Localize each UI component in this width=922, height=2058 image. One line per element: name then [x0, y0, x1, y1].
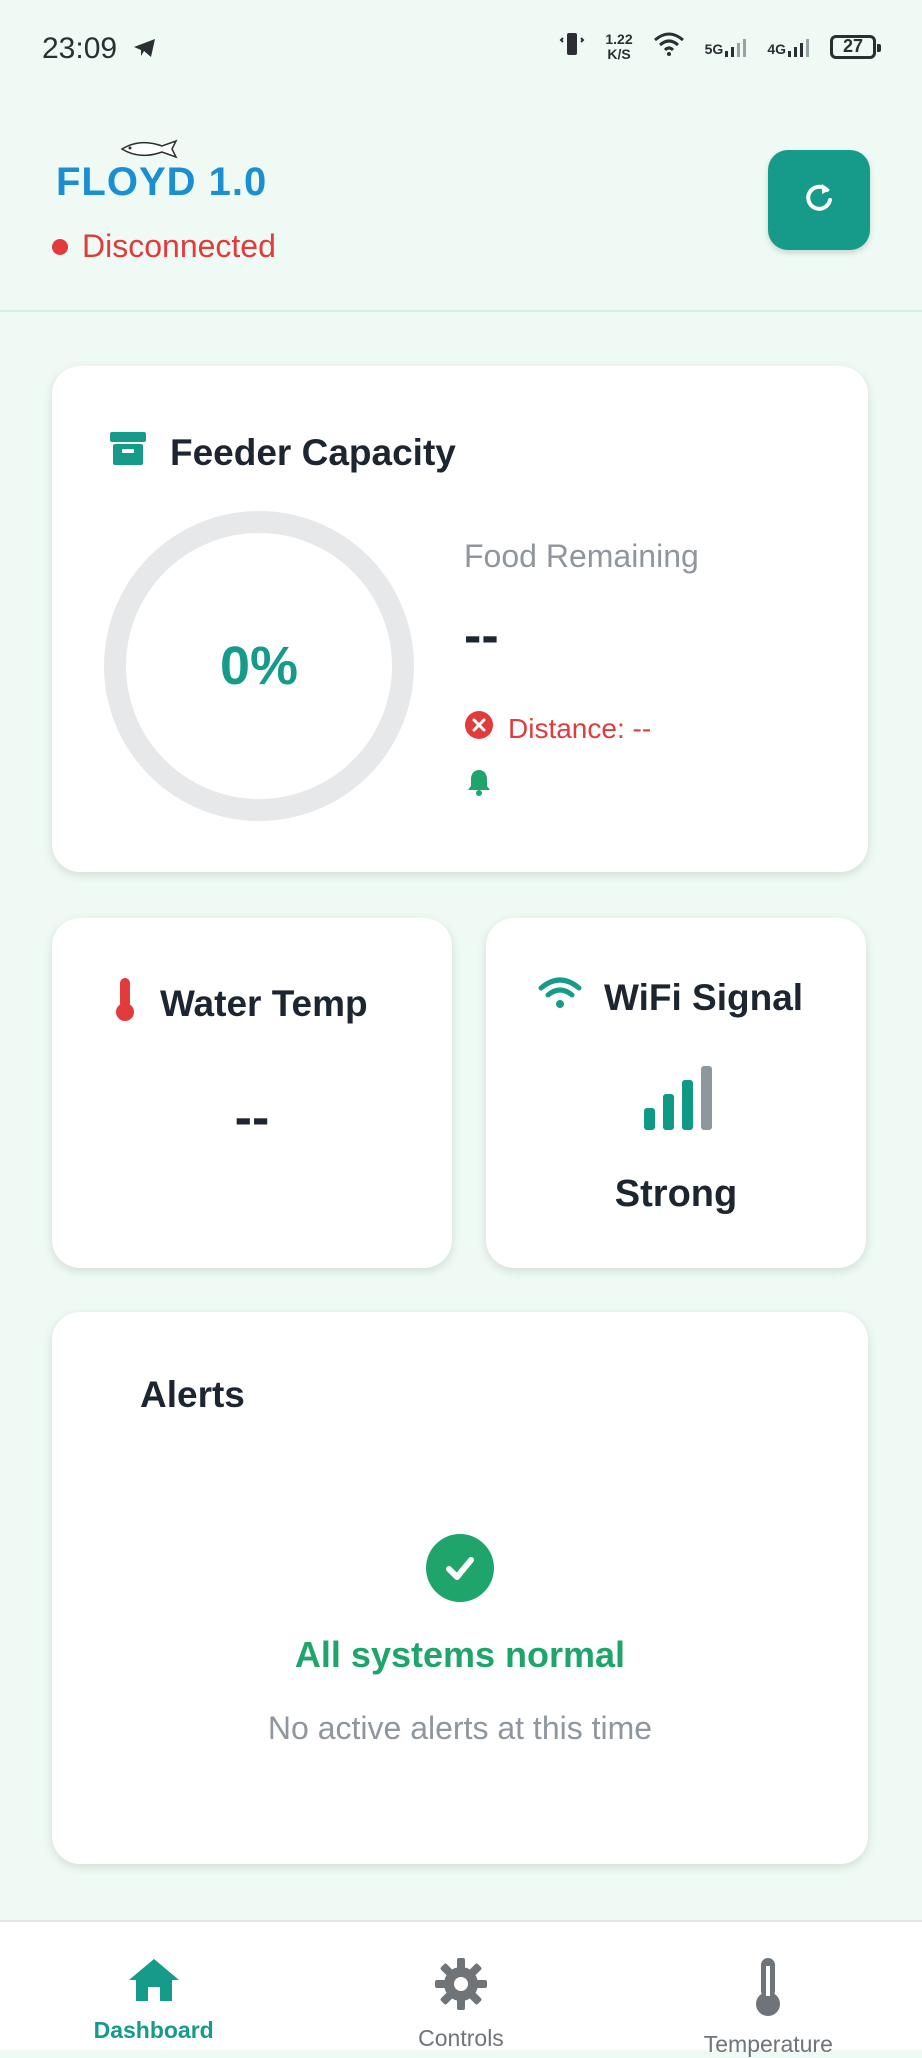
telegram-icon	[133, 32, 157, 65]
nav-dashboard[interactable]: Dashboard	[0, 1922, 307, 2050]
time-text: 23:09	[42, 32, 118, 65]
water-temp-card: Water Temp --	[52, 918, 452, 1268]
network-4g: 4G	[767, 37, 810, 57]
water-temp-title-text: Water Temp	[160, 982, 368, 1024]
thermometer-icon	[112, 976, 138, 1031]
capacity-ring: 0%	[104, 511, 414, 821]
signal-bar-2	[663, 1094, 674, 1130]
thermometer-nav-icon	[751, 1956, 785, 2023]
speed-value: 1.22	[605, 30, 633, 47]
signal-bars-icon	[644, 1066, 712, 1130]
capacity-percent: 0%	[219, 636, 299, 696]
alerts-title: Alerts	[140, 1374, 245, 1415]
status-bar: 23:09 1.22 K/S 5G 4G 27	[0, 0, 922, 100]
signal-strength-text: Strong	[614, 1173, 738, 1215]
app-header: FLOYD 1.0 Disconnected	[0, 100, 922, 312]
food-remaining-label: Food Remaining	[464, 538, 699, 574]
wifi-status-icon	[653, 31, 685, 62]
network-5g: 5G	[705, 37, 748, 57]
refresh-icon	[801, 180, 837, 221]
wifi-signal-card: WiFi Signal Strong	[486, 918, 866, 1268]
food-remaining-value: --	[464, 607, 499, 665]
network-5g-label: 5G	[704, 40, 724, 57]
status-time: 23:09	[42, 32, 157, 66]
home-icon	[126, 1956, 182, 2009]
signal-bar-1	[644, 1108, 655, 1130]
alerts-status: All systems normal	[294, 1634, 626, 1675]
connection-status-text: Disconnected	[82, 228, 276, 264]
status-icons: 1.22 K/S 5G 4G 27	[559, 30, 881, 63]
refresh-button[interactable]	[768, 150, 870, 250]
nav-temperature-label: Temperature	[703, 2031, 833, 2057]
network-speed: 1.22 K/S	[605, 30, 633, 62]
feeder-title-text: Feeder Capacity	[170, 431, 456, 473]
bell-icon	[466, 768, 492, 801]
nav-temperature[interactable]: Temperature	[615, 1922, 922, 2057]
gear-icon	[433, 1956, 489, 2017]
app-logo: FLOYD 1.0	[56, 160, 268, 204]
feeder-capacity-card: Feeder Capacity 0% Food Remaining -- Dis…	[52, 366, 868, 872]
distance-status: Distance: --	[464, 710, 651, 747]
wifi-icon	[538, 976, 582, 1019]
nav-controls[interactable]: Controls	[307, 1922, 614, 2051]
water-temp-title: Water Temp	[112, 976, 368, 1031]
network-4g-label: 4G	[767, 40, 786, 57]
alerts-card: Alerts All systems normal No active aler…	[52, 1312, 868, 1864]
battery-level: 27	[842, 36, 864, 56]
error-circle-icon	[464, 710, 494, 747]
feeder-title: Feeder Capacity	[108, 428, 456, 477]
nav-dashboard-label: Dashboard	[93, 2017, 214, 2043]
signal-bar-4	[701, 1066, 712, 1130]
water-temp-value: --	[234, 1089, 270, 1147]
wifi-signal-title: WiFi Signal	[538, 976, 803, 1019]
distance-text: Distance: --	[508, 712, 652, 744]
status-dot-icon	[52, 238, 68, 255]
archive-box-icon	[108, 428, 148, 477]
speed-unit: K/S	[607, 45, 631, 62]
bottom-navigation: Dashboard Controls Temperature	[0, 1920, 922, 2057]
wifi-signal-title-text: WiFi Signal	[604, 976, 804, 1018]
check-circle-icon	[426, 1534, 494, 1602]
signal-bar-3	[682, 1080, 693, 1130]
alerts-message: No active alerts at this time	[267, 1710, 653, 1746]
battery-icon: 27	[830, 34, 881, 59]
connection-status: Disconnected	[52, 228, 276, 265]
vibrate-icon	[559, 30, 585, 63]
